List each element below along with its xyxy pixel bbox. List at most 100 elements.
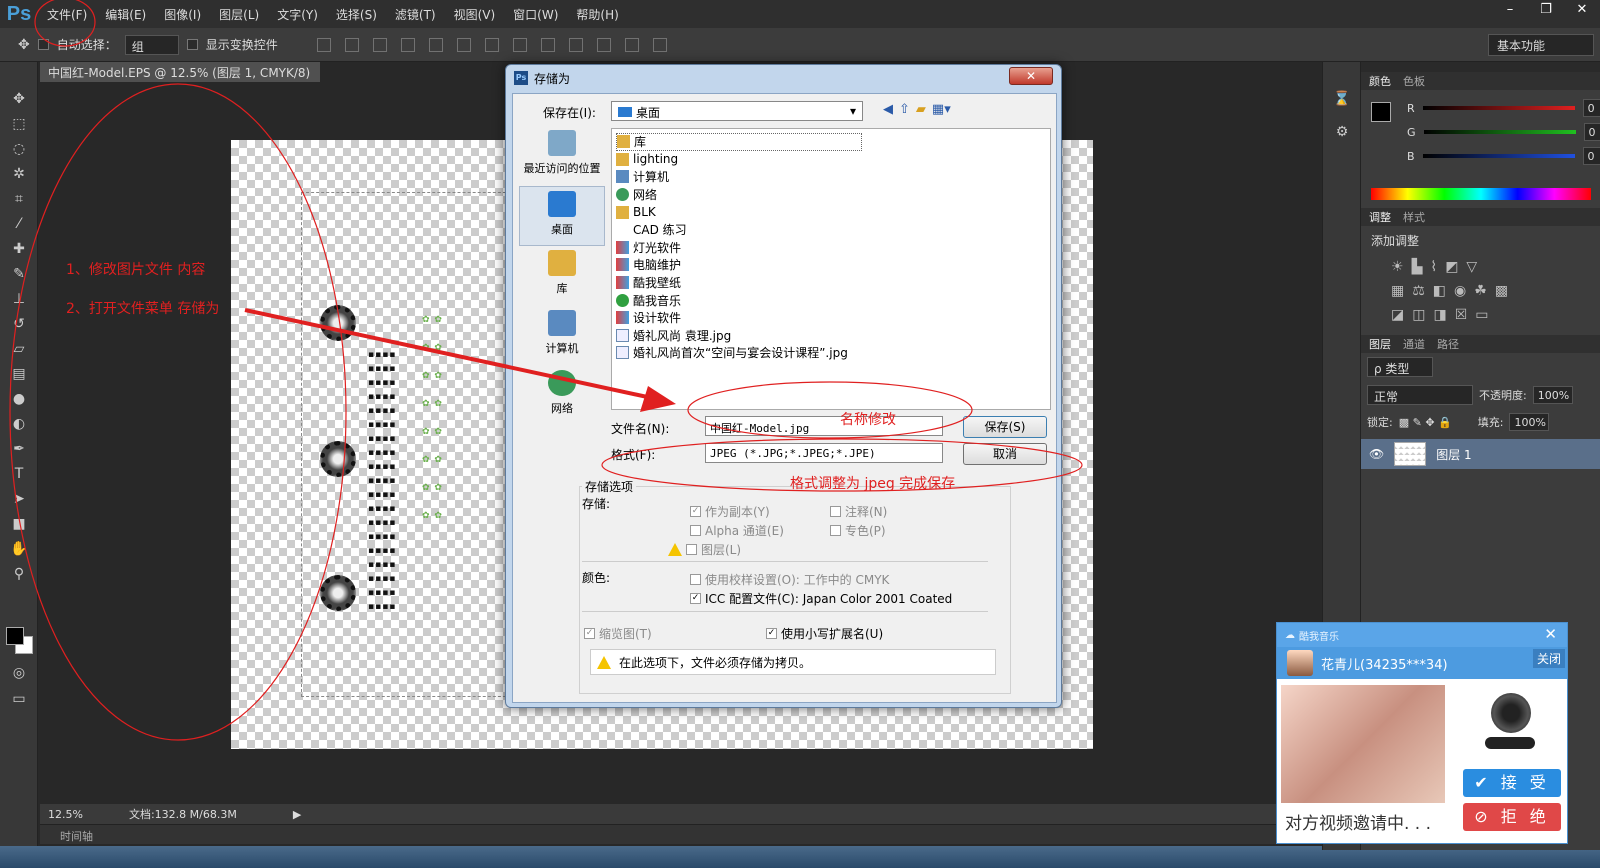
list-item[interactable]: 库 (616, 133, 862, 151)
workspace-dropdown[interactable]: 基本功能 (1488, 34, 1594, 56)
distribute-top-icon[interactable] (484, 37, 499, 52)
pen-tool-icon[interactable]: ✒ (0, 436, 38, 461)
vibrance-icon[interactable]: ▽ (1466, 259, 1477, 275)
blend-mode-dropdown[interactable]: 正常 (1367, 385, 1473, 405)
tab-color[interactable]: 颜色 (1369, 73, 1391, 89)
gradient-map-icon[interactable]: ▭ (1475, 307, 1488, 323)
blue-slider[interactable] (1422, 154, 1575, 158)
lock-icons[interactable]: ▩ ✎ ✥ 🔒 (1399, 416, 1452, 429)
menu-select[interactable]: 选择(S) (327, 6, 386, 23)
back-icon[interactable]: ◀ (883, 102, 893, 117)
red-slider[interactable] (1422, 106, 1575, 110)
list-item[interactable]: 婚礼风尚首次“空间与宴会设计课程”.jpg (616, 344, 1046, 362)
restore-button[interactable]: ❐ (1528, 0, 1564, 20)
align-hcenter-icon[interactable] (428, 37, 443, 52)
posterize-icon[interactable]: ◫ (1412, 307, 1425, 323)
distribute-hcenter-icon[interactable] (596, 37, 611, 52)
menu-help[interactable]: 帮助(H) (567, 6, 627, 23)
as-copy-checkbox[interactable]: ✓ 作为副本(Y) (690, 503, 770, 520)
tab-channels[interactable]: 通道 (1403, 336, 1425, 352)
thumbnail-checkbox[interactable]: ✓ 缩览图(T) (584, 625, 652, 642)
levels-icon[interactable]: ▙ (1412, 259, 1423, 275)
fill-input[interactable]: 100% (1509, 413, 1550, 431)
list-item[interactable]: CAD 练习 (616, 221, 1046, 239)
history-panel-icon[interactable]: ⌛ (1323, 86, 1361, 111)
tab-styles[interactable]: 样式 (1403, 209, 1425, 225)
curves-icon[interactable]: ⌇ (1430, 259, 1437, 275)
healing-tool-icon[interactable]: ✚ (0, 236, 38, 261)
timeline-tab[interactable]: 时间轴 (40, 824, 1322, 844)
align-vcenter-icon[interactable] (344, 37, 359, 52)
opacity-input[interactable]: 100% (1532, 386, 1573, 404)
path-select-tool-icon[interactable]: ➤ (0, 486, 38, 511)
list-item[interactable]: BLK (616, 203, 1046, 221)
auto-align-icon[interactable] (652, 37, 667, 52)
hand-tool-icon[interactable]: ✋ (0, 536, 38, 561)
invert-icon[interactable]: ◪ (1391, 307, 1404, 323)
shape-tool-icon[interactable]: ■ (0, 511, 38, 536)
tab-swatches[interactable]: 色板 (1403, 73, 1425, 89)
layer-kind-filter[interactable]: ρ 类型 (1367, 357, 1433, 377)
color-swatches[interactable] (6, 627, 36, 657)
spot-checkbox[interactable]: 专色(P) (830, 522, 886, 539)
list-item[interactable]: 婚礼风尚 袁理.jpg (616, 327, 1046, 345)
color-spectrum[interactable] (1371, 188, 1591, 200)
brush-tool-icon[interactable]: ✎ (0, 261, 38, 286)
blur-tool-icon[interactable]: ● (0, 386, 38, 411)
menu-image[interactable]: 图像(I) (155, 6, 210, 23)
list-item[interactable]: 酷我壁纸 (616, 274, 1046, 292)
properties-panel-icon[interactable]: ⚙ (1323, 119, 1361, 144)
list-item[interactable]: 酷我音乐 (616, 291, 1046, 309)
auto-select-dropdown[interactable]: 组 (124, 34, 179, 55)
distribute-bottom-icon[interactable] (540, 37, 555, 52)
accept-button[interactable]: ✔ 接 受 (1463, 769, 1561, 797)
photo-filter-icon[interactable]: ◉ (1454, 283, 1466, 299)
hsl-icon[interactable]: ▦ (1391, 283, 1404, 299)
red-value-input[interactable]: 0 (1582, 99, 1600, 117)
up-folder-icon[interactable]: ⇧ (899, 102, 910, 117)
stamp-tool-icon[interactable]: ⊥ (0, 286, 38, 311)
save-in-dropdown[interactable]: 桌面 ▾ (611, 101, 863, 121)
icc-checkbox[interactable]: ✓ ICC 配置文件(C): Japan Color 2001 Coated (690, 590, 952, 607)
new-folder-icon[interactable]: ▰ (916, 102, 926, 117)
list-item[interactable]: 灯光软件 (616, 239, 1046, 257)
list-item[interactable]: 计算机 (616, 168, 1046, 186)
menu-filter[interactable]: 滤镜(T) (386, 6, 445, 23)
history-brush-tool-icon[interactable]: ↺ (0, 311, 38, 336)
eye-icon[interactable]: 👁 (1369, 447, 1384, 461)
zoom-tool-icon[interactable]: ⚲ (0, 561, 38, 586)
layers-checkbox[interactable]: 图层(L) (668, 541, 741, 558)
cancel-button[interactable]: 取消 (963, 443, 1047, 465)
align-top-icon[interactable] (316, 37, 331, 52)
popup-close-icon[interactable]: ✕ (1544, 625, 1557, 643)
eyedropper-tool-icon[interactable]: ⁄ (0, 211, 38, 236)
quick-mask-icon[interactable]: ◎ (0, 660, 38, 685)
list-item[interactable]: 电脑维护 (616, 256, 1046, 274)
foreground-color-swatch[interactable] (6, 627, 24, 645)
dodge-tool-icon[interactable]: ◐ (0, 411, 38, 436)
tab-adjustments[interactable]: 调整 (1369, 209, 1391, 225)
place-recent[interactable]: 最近访问的位置 (519, 126, 605, 186)
menu-window[interactable]: 窗口(W) (504, 6, 567, 23)
zoom-level[interactable]: 12.5% (48, 808, 83, 821)
green-value-input[interactable]: 0 (1583, 123, 1600, 141)
tab-layers[interactable]: 图层 (1369, 336, 1391, 352)
eraser-tool-icon[interactable]: ▱ (0, 336, 38, 361)
threshold-icon[interactable]: ◨ (1433, 307, 1446, 323)
popup-close-button[interactable]: 关闭 (1532, 649, 1565, 668)
distribute-right-icon[interactable] (624, 37, 639, 52)
blue-value-input[interactable]: 0 (1582, 147, 1600, 165)
gradient-tool-icon[interactable]: ▤ (0, 361, 38, 386)
show-transform-checkbox[interactable] (186, 39, 198, 50)
align-bottom-icon[interactable] (372, 37, 387, 52)
magic-wand-tool-icon[interactable]: ✲ (0, 161, 38, 186)
format-dropdown[interactable]: JPEG (*.JPG;*.JPEG;*.JPE) (705, 443, 943, 463)
menu-view[interactable]: 视图(V) (445, 6, 505, 23)
distribute-vcenter-icon[interactable] (512, 37, 527, 52)
move-tool-icon[interactable]: ✥ (18, 37, 30, 53)
type-tool-icon[interactable]: T (0, 461, 38, 486)
bw-icon[interactable]: ◧ (1433, 283, 1446, 299)
close-window-button[interactable]: ✕ (1564, 0, 1600, 20)
align-right-icon[interactable] (456, 37, 471, 52)
crop-tool-icon[interactable]: ⌗ (0, 186, 38, 211)
